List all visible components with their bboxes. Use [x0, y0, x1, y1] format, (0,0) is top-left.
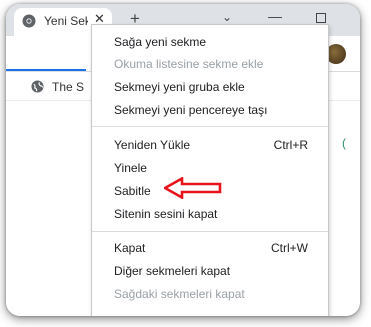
menu-item-add-to-new-group[interactable]: Sekmeyi yeni gruba ekle	[92, 76, 328, 98]
menu-divider	[92, 231, 328, 232]
menu-item-reload[interactable]: Yeniden Yükle Ctrl+R	[92, 134, 328, 156]
menu-item-close-other-tabs[interactable]: Diğer sekmeleri kapat	[92, 260, 328, 282]
shortcut-close: Ctrl+W	[271, 241, 308, 255]
minimize-button[interactable]: —	[268, 8, 282, 24]
browser-window: Yeni Sekme ✕ + ⌄ — The Site ( Sağa yeni …	[6, 4, 360, 316]
menu-item-move-to-new-window[interactable]: Sekmeyi yeni pencereye taşı	[92, 99, 328, 121]
red-arrow-annotation-icon	[164, 177, 222, 199]
tab-title: Yeni Sekme	[44, 14, 88, 28]
chrome-icon	[22, 14, 36, 28]
maximize-icon[interactable]	[316, 13, 326, 23]
tab-search-chevron-icon[interactable]: ⌄	[222, 10, 232, 24]
menu-item-new-tab-right[interactable]: Sağa yeni sekme	[92, 31, 328, 53]
globe-icon	[31, 80, 44, 93]
avatar[interactable]	[326, 44, 346, 64]
page-content-edge-text: (	[342, 136, 346, 150]
menu-item-duplicate[interactable]: Yinele	[92, 157, 328, 179]
tab-context-menu: Sağa yeni sekme Okuma listesine sekme ek…	[91, 24, 329, 316]
menu-item-mute-site[interactable]: Sitenin sesini kapat	[92, 203, 328, 225]
menu-item-close[interactable]: Kapat Ctrl+W	[92, 237, 328, 259]
omnibox-focus-underline	[6, 69, 86, 71]
menu-item-add-to-reading-list: Okuma listesine sekme ekle	[114, 57, 264, 71]
menu-item-close-tabs-right: Sağdaki sekmeleri kapat	[114, 287, 245, 301]
bookmark-item[interactable]: The Site	[52, 80, 84, 94]
menu-divider	[92, 126, 328, 127]
shortcut-reload: Ctrl+R	[273, 138, 308, 152]
